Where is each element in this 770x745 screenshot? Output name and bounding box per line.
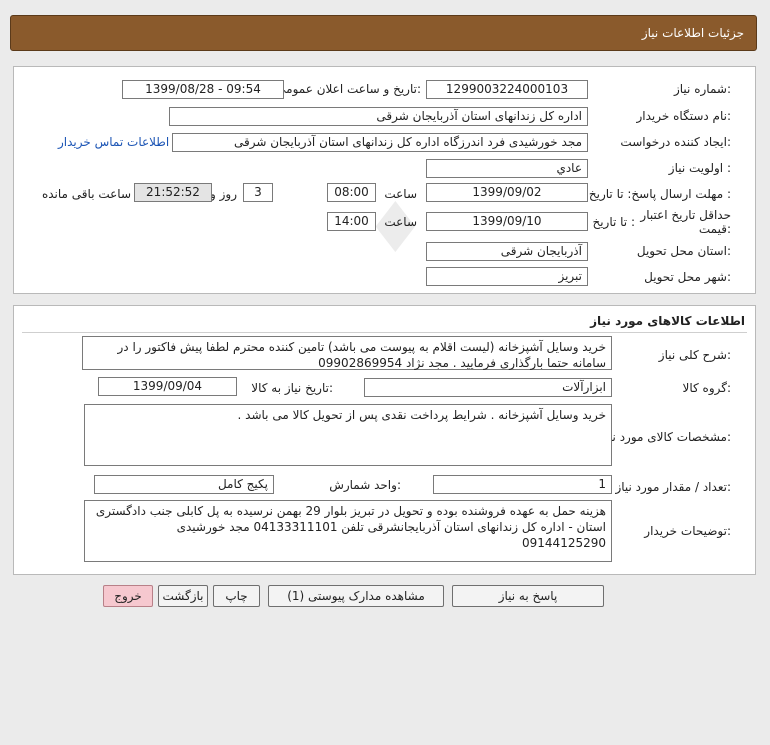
goods-info-panel: اطلاعات کالاهای مورد نیاز شرح کلی نیاز: … [13, 305, 756, 575]
buyer-label: نام دستگاه خریدار: [636, 109, 732, 123]
group-field: ابزارآلات [364, 378, 612, 397]
remaining-label: ساعت باقی مانده [41, 187, 131, 201]
qty-field: 1 [433, 475, 612, 494]
section-divider [22, 332, 747, 333]
buyer-notes-label: توضیحات خریدار: [644, 524, 731, 538]
city-field: تبریز [426, 267, 588, 286]
priority-label: اولویت نیاز : [668, 161, 731, 175]
days-label: روز و [210, 187, 237, 201]
validity-time-field: 14:00 [327, 212, 376, 231]
validity-date-field: 1399/09/10 [426, 212, 588, 231]
need-number-label: شماره نیاز: [673, 82, 731, 96]
validity-to-label: تا تاریخ : [592, 215, 635, 229]
announce-field: 1399/08/28 - 09:54 [122, 80, 284, 99]
reply-button[interactable]: پاسخ به نیاز [452, 585, 604, 607]
summary-label: شرح کلی نیاز: [658, 348, 731, 362]
need-date-label: تاریخ نیاز به کالا: [251, 381, 333, 395]
deadline-date-field: 1399/09/02 [426, 183, 588, 202]
group-label: گروه کالا: [682, 381, 732, 395]
priority-field: عادي [426, 159, 588, 178]
deadline-label: مهلت ارسال پاسخ: تا تاریخ : [588, 187, 731, 201]
buyer-field: اداره کل زندانهای استان آذربایجان شرقی [169, 107, 588, 126]
page-header: جزئیات اطلاعات نیاز [10, 15, 757, 51]
page-title: جزئیات اطلاعات نیاز [641, 26, 744, 40]
remaining-time-field: 21:52:52 [134, 183, 212, 202]
unit-label: واحد شمارش: [329, 478, 401, 492]
validity-label: حداقل تاریخ اعتبار قیمت: [640, 208, 731, 236]
buyer-notes-field: هزینه حمل به عهده فروشنده بوده و تحویل د… [84, 500, 612, 562]
goods-section-title: اطلاعات کالاهای مورد نیاز [590, 314, 745, 328]
need-date-field: 1399/09/04 [98, 377, 237, 396]
summary-field: خرید وسایل آشپزخانه (لیست اقلام به پیوست… [82, 336, 612, 370]
unit-field: پکیج کامل [94, 475, 274, 494]
deadline-time-label: ساعت [384, 187, 417, 201]
need-number-field: 1299003224000103 [426, 80, 588, 99]
exit-button[interactable]: خروج [103, 585, 153, 607]
province-field: آذربایجان شرقی [426, 242, 588, 261]
city-label: شهر محل تحویل: [644, 270, 731, 284]
creator-label: ایجاد کننده درخواست: [620, 135, 731, 149]
province-label: استان محل تحویل: [636, 244, 731, 258]
creator-field: مجد خورشیدی فرد اندرزگاه اداره کل زندانه… [172, 133, 588, 152]
days-field: 3 [243, 183, 273, 202]
announce-label: تاریخ و ساعت اعلان عمومی: [276, 82, 421, 96]
deadline-time-field: 08:00 [327, 183, 376, 202]
validity-time-label: ساعت [384, 215, 417, 229]
back-button[interactable]: بازگشت [158, 585, 208, 607]
qty-label: تعداد / مقدار مورد نیاز: [615, 480, 731, 494]
need-info-panel: ♦ شماره نیاز: 1299003224000103 تاریخ و س… [13, 66, 756, 294]
spec-label: مشخصات کالای مورد نیاز: [599, 430, 731, 444]
contact-info-link[interactable]: اطلاعات تماس خریدار [58, 135, 169, 149]
spec-field: خرید وسایل آشپزخانه . شرایط پرداخت نقدی … [84, 404, 612, 466]
attachments-button[interactable]: مشاهده مدارک پیوستی (1) [268, 585, 444, 607]
print-button[interactable]: چاپ [213, 585, 260, 607]
